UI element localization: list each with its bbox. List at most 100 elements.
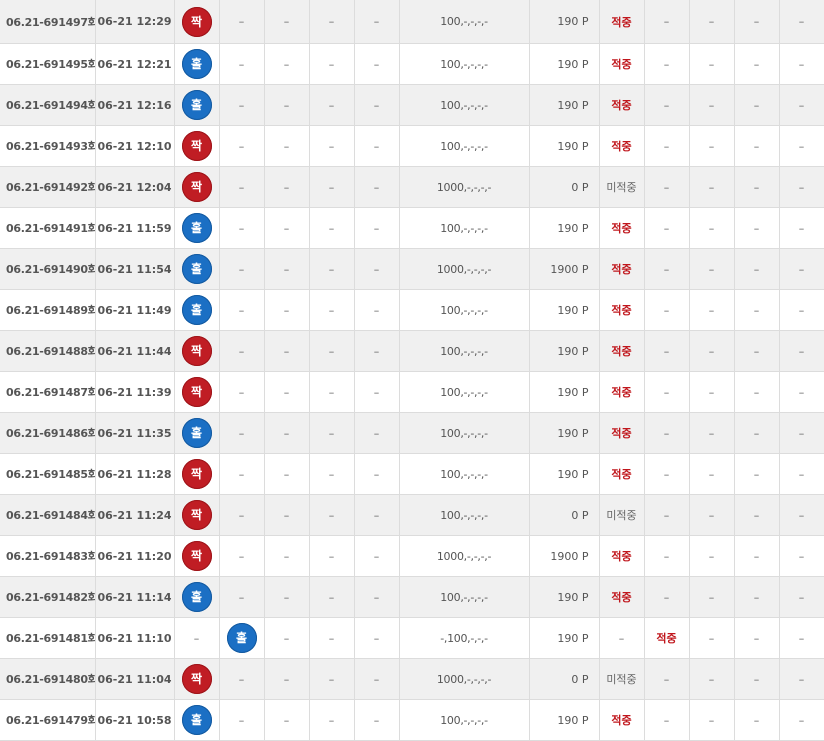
result-empty-cell: – (264, 453, 310, 495)
bet-amounts: 100,-,-,-,- (399, 207, 530, 249)
round-number: 06.21-691486회 (0, 412, 96, 454)
result-empty-cell: – (219, 330, 265, 372)
status-empty-cell: – (734, 43, 780, 85)
result-empty-cell: – (264, 412, 310, 454)
bet-amounts: -,100,-,-,- (399, 617, 530, 659)
table-row: 06.21-691493회 06-21 12:10 짝 – – – –100,-,-,-,-… (0, 125, 824, 167)
result-empty-cell: – (219, 535, 265, 577)
result-empty-cell: – (309, 0, 355, 44)
status-empty-cell: – (689, 166, 735, 208)
status-empty-cell: – (734, 617, 780, 659)
bet-amounts: 100,-,-,-,- (399, 371, 530, 413)
payout-points: 0 P (529, 494, 600, 536)
result-empty-cell: – (309, 617, 355, 659)
result-empty-cell: – (309, 494, 355, 536)
status-empty-cell: – (599, 617, 645, 659)
table-row: 06.21-691492회 06-21 12:04 짝 – – – –1000,-,-,-,… (0, 166, 824, 208)
result-empty-cell: – (264, 207, 310, 249)
status-empty-cell: – (779, 84, 824, 126)
result-cell: 짝 (174, 125, 220, 167)
bet-history-table: 06.21-691497회 06-21 12:29 짝 – – – –100,-,-,-,-… (0, 0, 824, 741)
result-empty-cell: – (354, 207, 400, 249)
round-number: 06.21-691492회 (0, 166, 96, 208)
result-empty-cell: – (309, 330, 355, 372)
round-time: 06-21 12:16 (95, 84, 175, 126)
round-number: 06.21-691488회 (0, 330, 96, 372)
even-ball-badge: 짝 (181, 541, 212, 571)
status-empty-cell: – (689, 535, 735, 577)
status-empty-cell: – (689, 125, 735, 167)
result-empty-cell: – (264, 494, 310, 536)
result-empty-cell: – (219, 412, 265, 454)
odd-ball-badge: 홀 (181, 705, 212, 735)
payout-points: 0 P (529, 166, 600, 208)
result-cell: 짝 (174, 658, 220, 700)
bet-amounts: 1000,-,-,-,- (399, 166, 530, 208)
status-empty-cell: – (689, 43, 735, 85)
status-empty-cell: – (734, 289, 780, 331)
round-time: 06-21 11:44 (95, 330, 175, 372)
result-empty-cell: – (309, 166, 355, 208)
even-ball-badge: 짝 (181, 500, 212, 530)
bet-amounts: 1000,-,-,-,- (399, 658, 530, 700)
payout-points: 190 P (529, 412, 600, 454)
result-cell: 홀 (219, 617, 265, 659)
payout-points: 190 P (529, 207, 600, 249)
status-empty-cell: – (779, 207, 824, 249)
status-empty-cell: – (689, 699, 735, 741)
result-empty-cell: – (354, 699, 400, 741)
status-empty-cell: – (734, 412, 780, 454)
status-empty-cell: – (779, 658, 824, 700)
hit-status: 적중 (599, 125, 645, 167)
table-row: 06.21-691490회 06-21 11:54 홀 – – – –1000,-,-,-,… (0, 248, 824, 290)
result-empty-cell: – (174, 617, 220, 659)
result-empty-cell: – (354, 330, 400, 372)
status-empty-cell: – (644, 0, 690, 44)
status-empty-cell: – (734, 699, 780, 741)
status-empty-cell: – (734, 330, 780, 372)
hit-status: 적중 (599, 412, 645, 454)
result-empty-cell: – (354, 617, 400, 659)
status-empty-cell: – (779, 289, 824, 331)
payout-points: 1900 P (529, 535, 600, 577)
odd-ball-badge: 홀 (181, 254, 212, 284)
result-empty-cell: – (309, 125, 355, 167)
result-cell: 홀 (174, 576, 220, 618)
status-empty-cell: – (689, 412, 735, 454)
hit-status: 적중 (599, 289, 645, 331)
result-empty-cell: – (354, 494, 400, 536)
status-empty-cell: – (779, 371, 824, 413)
hit-status: 적중 (599, 0, 645, 44)
round-number: 06.21-691482회 (0, 576, 96, 618)
result-cell: 짝 (174, 535, 220, 577)
result-empty-cell: – (219, 43, 265, 85)
round-number: 06.21-691493회 (0, 125, 96, 167)
status-empty-cell: – (644, 84, 690, 126)
table-row: 06.21-691489회 06-21 11:49 홀 – – – –100,-,-,-,-… (0, 289, 824, 331)
status-empty-cell: – (779, 330, 824, 372)
status-empty-cell: – (644, 576, 690, 618)
status-empty-cell: – (734, 494, 780, 536)
round-time: 06-21 11:24 (95, 494, 175, 536)
result-cell: 짝 (174, 0, 220, 44)
payout-points: 1900 P (529, 248, 600, 290)
result-empty-cell: – (354, 248, 400, 290)
status-empty-cell: – (689, 617, 735, 659)
round-time: 06-21 11:59 (95, 207, 175, 249)
result-cell: 홀 (174, 699, 220, 741)
round-time: 06-21 12:10 (95, 125, 175, 167)
round-number: 06.21-691487회 (0, 371, 96, 413)
table-row: 06.21-691483회 06-21 11:20 짝 – – – –1000,-,-,-,… (0, 535, 824, 577)
result-empty-cell: – (354, 125, 400, 167)
round-time: 06-21 12:21 (95, 43, 175, 85)
even-ball-badge: 짝 (181, 459, 212, 489)
status-empty-cell: – (644, 412, 690, 454)
payout-points: 0 P (529, 658, 600, 700)
payout-points: 190 P (529, 617, 600, 659)
payout-points: 190 P (529, 453, 600, 495)
result-cell: 홀 (174, 207, 220, 249)
result-empty-cell: – (309, 84, 355, 126)
even-ball-badge: 짝 (181, 664, 212, 694)
result-empty-cell: – (264, 371, 310, 413)
odd-ball-badge: 홀 (181, 49, 212, 79)
